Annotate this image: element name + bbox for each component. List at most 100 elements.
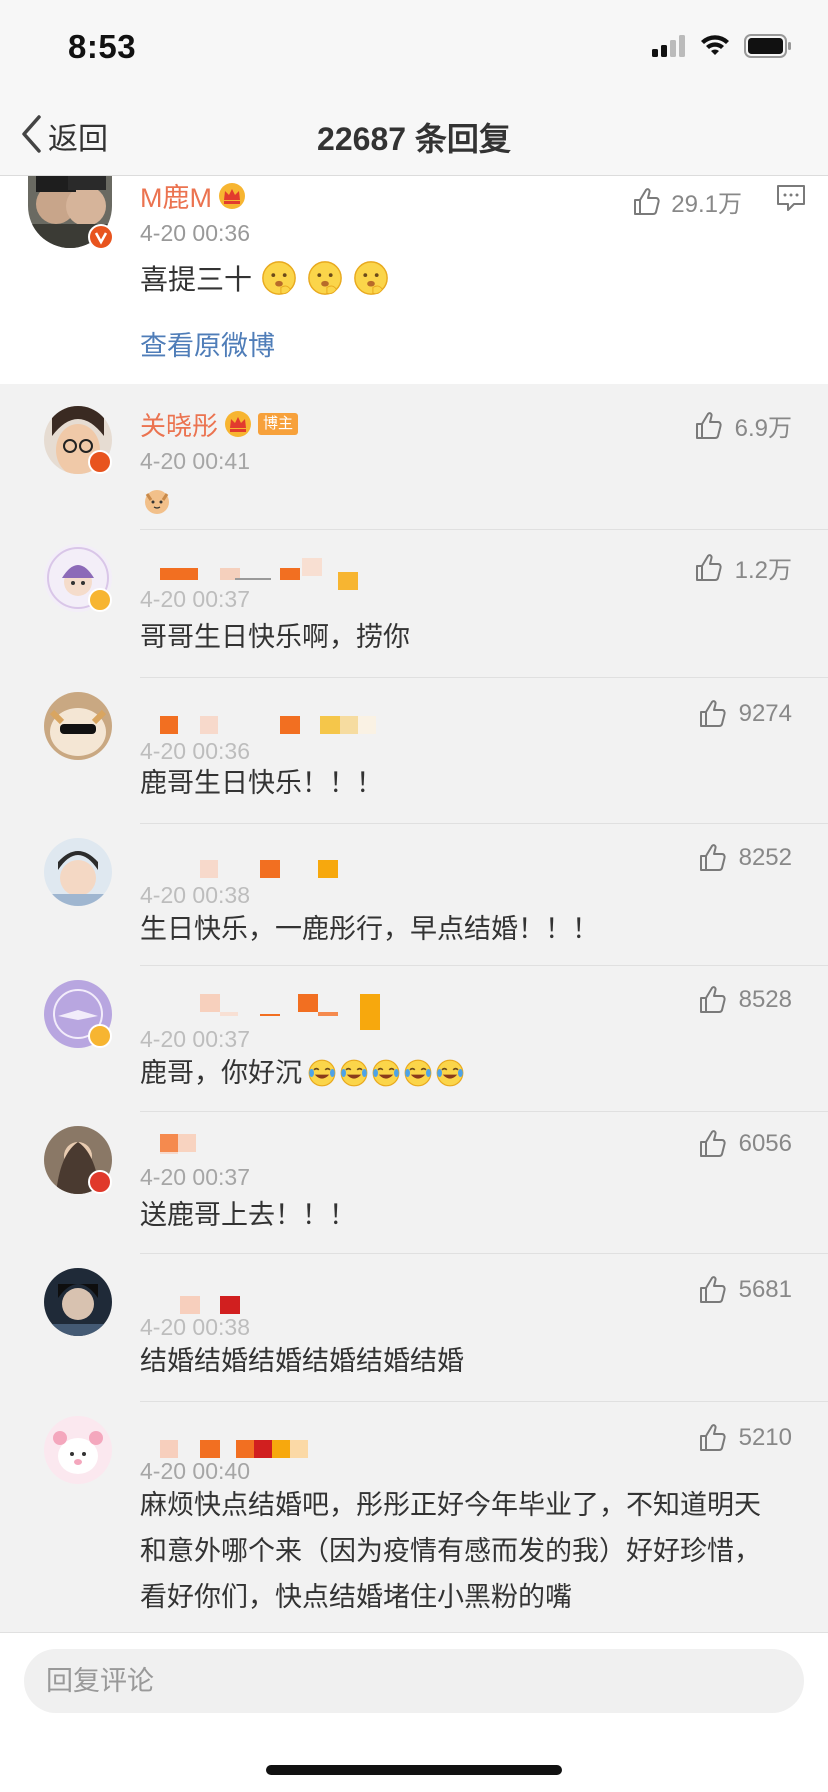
masked-username [360, 994, 380, 1030]
avatar[interactable] [44, 838, 112, 906]
comment-time: 4-20 00:36 [140, 220, 250, 246]
like-count: 5210 [738, 1424, 792, 1451]
wifi-icon [700, 35, 730, 62]
user-name[interactable]: M鹿M [140, 176, 246, 215]
comment-text: 结婚结婚结婚结婚结婚结婚 [140, 1346, 464, 1376]
like-button[interactable]: 8528 [697, 984, 792, 1016]
laugh-cry-emoji-icon [402, 1057, 434, 1089]
smile-emoji-icon [306, 259, 344, 297]
comment-text-content: 喜提三十 [140, 264, 253, 295]
status-icons [652, 34, 792, 63]
like-count: 9274 [738, 700, 792, 727]
view-original-link[interactable]: 查看原微博 [140, 324, 275, 363]
crown-icon [224, 410, 252, 438]
blogger-tag: 博主 [258, 413, 299, 435]
reply-item: 关晓彤 博主 4-20 00:41 6.9万 [0, 402, 828, 530]
cat-emoji-icon [142, 486, 172, 521]
avatar[interactable] [44, 1416, 112, 1484]
home-indicator [266, 1765, 562, 1775]
thumbs-up-icon [697, 842, 729, 874]
comment-text: 送鹿哥上去！！！ [140, 1200, 356, 1230]
avatar[interactable] [44, 692, 112, 760]
reply-icon[interactable] [776, 184, 806, 217]
comment-time: 4-20 00:37 [140, 1026, 250, 1052]
user-name-text: 关晓彤 [140, 410, 219, 441]
like-button[interactable]: 6.9万 [693, 408, 792, 443]
masked-username [180, 1296, 240, 1314]
like-count: 1.2万 [734, 557, 792, 584]
thumbs-up-icon [631, 186, 663, 218]
reply-item: 4-20 00:38 生日快乐，一鹿彤行，早点结婚！！！ 8252 [0, 824, 828, 966]
comment-text-content: 鹿哥，你好沉 [140, 1058, 302, 1088]
like-button[interactable]: 6056 [697, 1128, 792, 1160]
like-count: 8252 [738, 844, 792, 871]
like-button[interactable]: 1.2万 [693, 550, 792, 585]
comment-time: 4-20 00:38 [140, 1314, 250, 1340]
like-button[interactable]: 9274 [697, 698, 792, 730]
comment-text: 生日快乐，一鹿彤行，早点结婚！！！ [140, 914, 599, 944]
avatar[interactable] [44, 1268, 112, 1336]
thumbs-up-icon [697, 984, 729, 1016]
verified-badge-icon [88, 224, 114, 250]
verified-badge-icon [88, 588, 112, 612]
user-name[interactable]: 关晓彤 博主 [140, 406, 299, 442]
masked-username [160, 1134, 196, 1154]
verified-badge-icon [88, 1024, 112, 1048]
smile-emoji-icon [260, 259, 298, 297]
comment-time: 4-20 00:37 [140, 1164, 250, 1190]
laugh-cry-emoji-icon [306, 1057, 338, 1089]
verified-badge-icon [88, 1170, 112, 1194]
signal-icon [652, 35, 686, 62]
comment-time: 4-20 00:37 [140, 586, 250, 612]
like-count: 6.9万 [734, 415, 792, 442]
status-time: 8:53 [68, 28, 137, 65]
comment-time: 4-20 00:40 [140, 1458, 250, 1484]
nav-bar: 返回 22687 条回复 [0, 100, 828, 176]
reply-comment-input[interactable]: 回复评论 [24, 1649, 804, 1713]
masked-username [338, 572, 358, 590]
reply-item: 4-20 00:37 送鹿哥上去！！！ 6056 [0, 1112, 828, 1254]
masked-username [160, 716, 376, 734]
reply-item: 4-20 00:36 鹿哥生日快乐！！！ 9274 [0, 678, 828, 824]
verified-badge-icon [88, 450, 112, 474]
like-count: 8528 [738, 986, 792, 1013]
like-button[interactable]: 29.1万 [631, 184, 742, 219]
crown-icon [218, 182, 246, 210]
comment-time: 4-20 00:41 [140, 448, 250, 474]
masked-username [160, 1440, 308, 1458]
masked-username [200, 860, 338, 878]
thumbs-up-icon [697, 698, 729, 730]
masked-username [200, 994, 370, 1016]
like-button[interactable]: 5681 [697, 1274, 792, 1306]
user-name-text: M鹿M [140, 183, 212, 213]
laugh-cry-emoji-icon [434, 1057, 466, 1089]
comment-text: 喜提三十 [140, 258, 390, 298]
battery-icon [744, 34, 792, 63]
reply-item: 4-20 00:37 鹿哥，你好沉 8528 [0, 966, 828, 1112]
like-count: 5681 [738, 1276, 792, 1303]
thumbs-up-icon [693, 552, 725, 584]
thumbs-up-icon [697, 1274, 729, 1306]
comment-text: 鹿哥生日快乐！！！ [140, 768, 383, 798]
thumbs-up-icon [693, 410, 725, 442]
like-count: 29.1万 [671, 191, 742, 218]
comment-text: 麻烦快点结婚吧，彤彤正好今年毕业了，不知道明天和意外哪个来（因为疫情有感而发的我… [140, 1490, 761, 1612]
reply-item: 4-20 00:37 哥哥生日快乐啊，捞你 1.2万 [0, 530, 828, 678]
thumbs-up-icon [697, 1128, 729, 1160]
like-button[interactable]: 8252 [697, 842, 792, 874]
bottom-bar: 回复评论 [0, 1632, 828, 1792]
like-button[interactable]: 5210 [697, 1422, 792, 1454]
root-comment: M鹿M 4-20 00:36 喜提三十 查看原微博 29.1万 [0, 176, 828, 384]
status-bar: 8:53 [0, 0, 828, 100]
smile-emoji-icon [352, 259, 390, 297]
page-title: 22687 条回复 [317, 121, 511, 157]
reply-item: 4-20 00:38 结婚结婚结婚结婚结婚结婚 5681 [0, 1254, 828, 1402]
thumbs-up-icon [697, 1422, 729, 1454]
laugh-cry-emoji-icon [338, 1057, 370, 1089]
comment-text: 哥哥生日快乐啊，捞你 [140, 622, 410, 652]
like-count: 6056 [738, 1130, 792, 1157]
comment-time: 4-20 00:38 [140, 882, 250, 908]
reply-item: 4-20 00:40 麻烦快点结婚吧，彤彤正好今年毕业了，不知道明天和意外哪个来… [0, 1402, 828, 1632]
masked-username [160, 558, 322, 580]
comment-text: 鹿哥，你好沉 [140, 1050, 772, 1096]
